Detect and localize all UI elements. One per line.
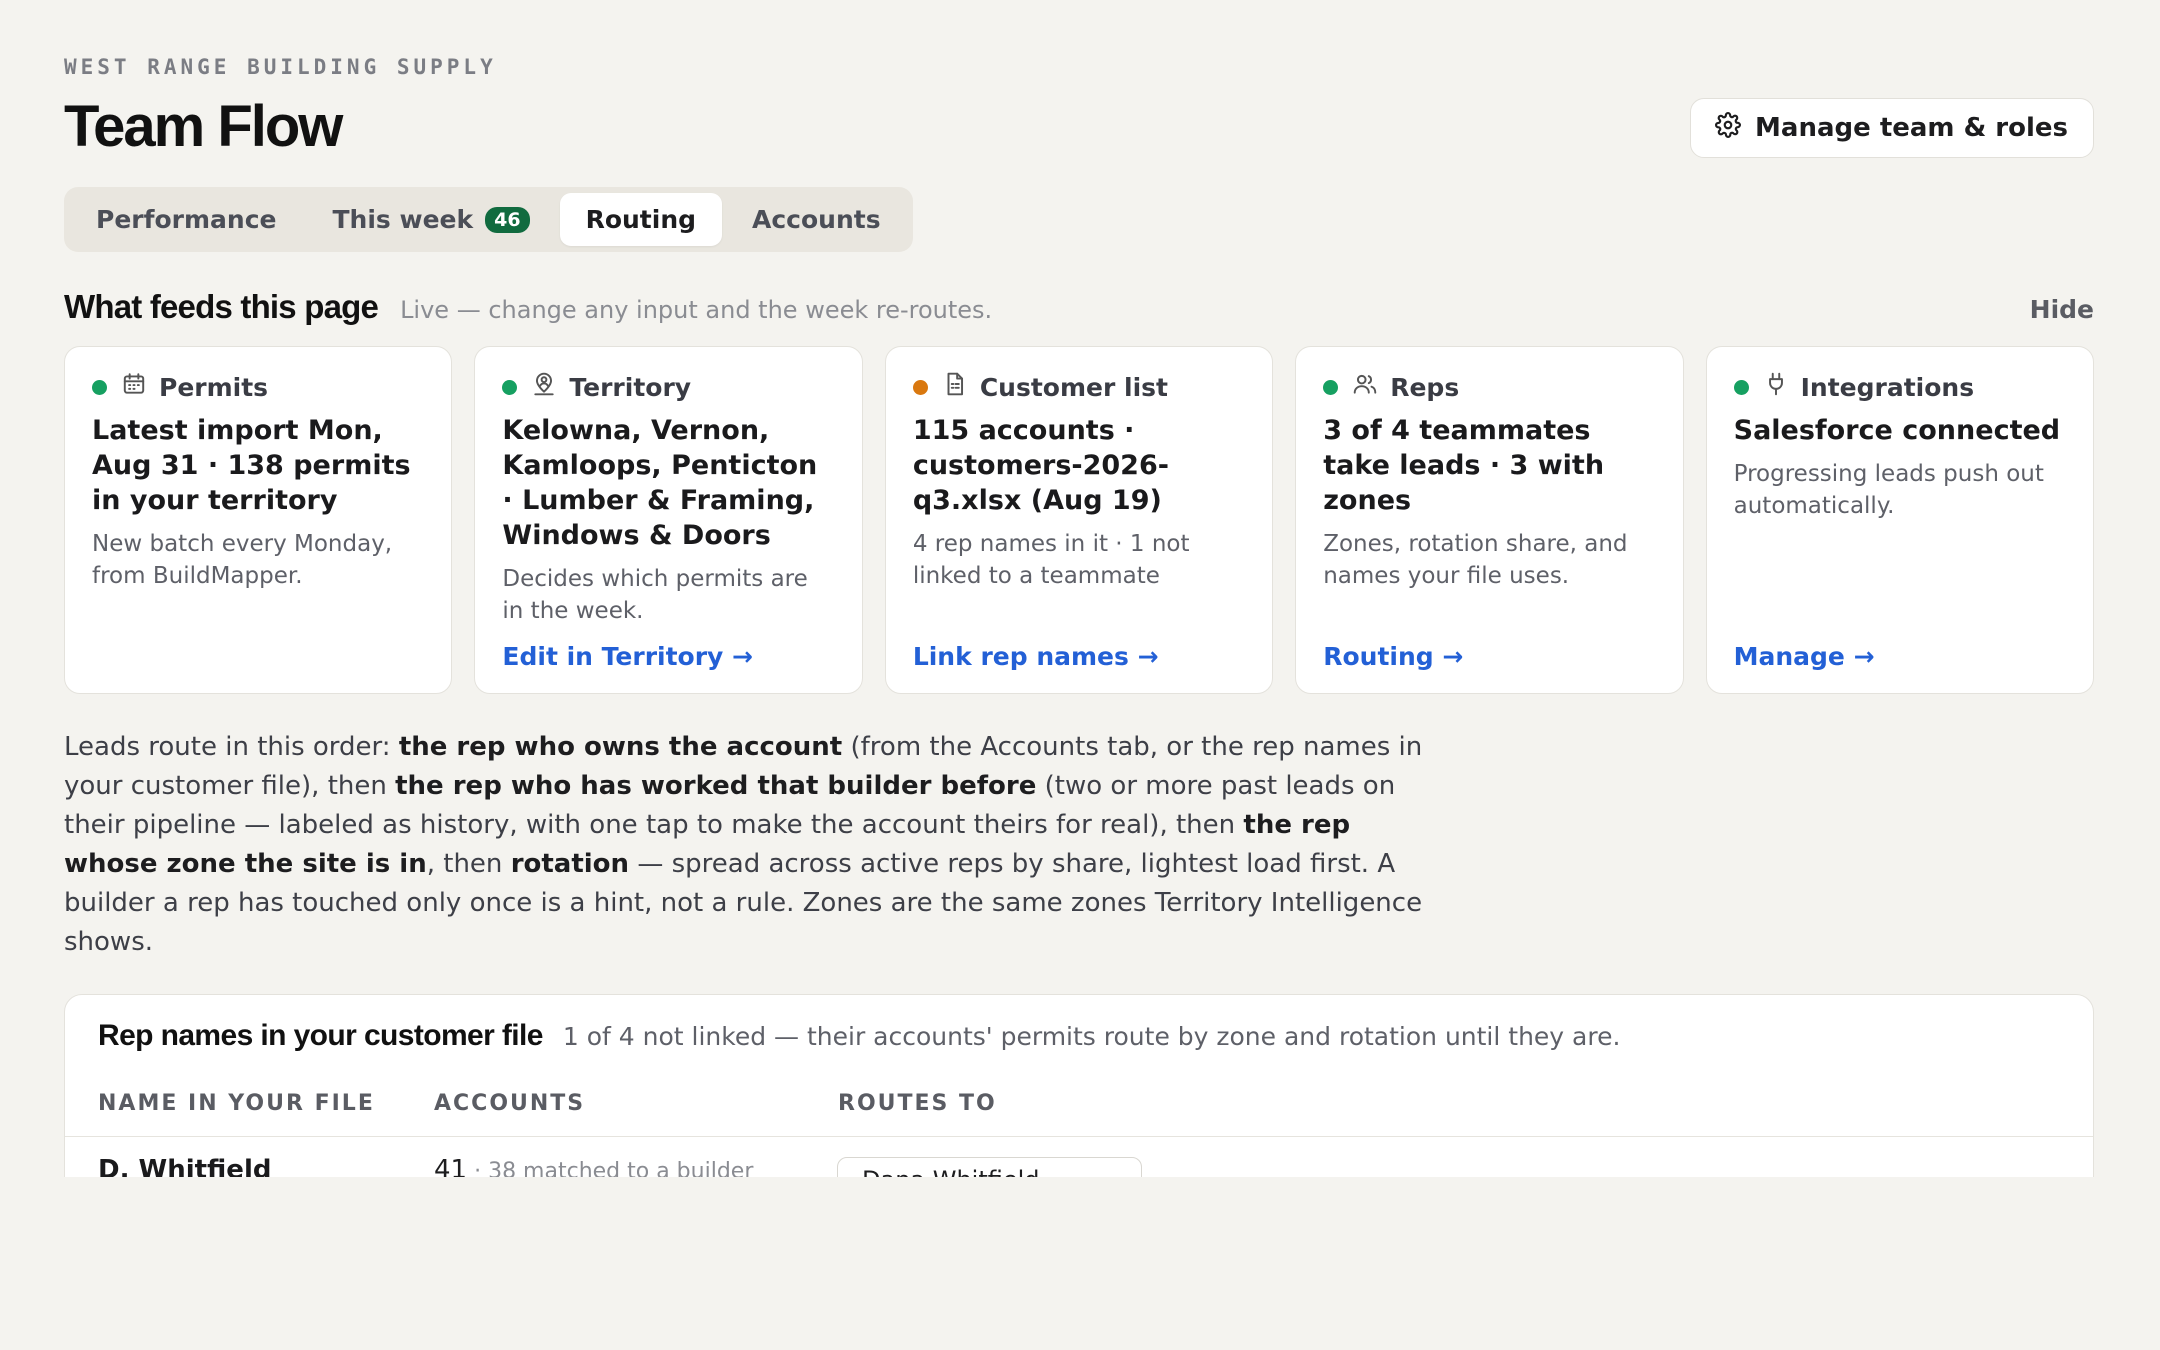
tab-label: Routing <box>585 205 697 234</box>
page-title: Team Flow <box>64 94 343 159</box>
edit-territory-link[interactable]: Edit in Territory → <box>502 642 753 671</box>
calendar-icon <box>121 371 147 403</box>
tab-bar: Performance This week 46 Routing Account… <box>64 187 913 252</box>
panel-subtitle: 1 of 4 not linked — their accounts' perm… <box>562 1022 1621 1051</box>
status-dot <box>92 379 107 395</box>
location-user-icon <box>531 371 557 403</box>
feed-card-integrations: Integrations Salesforce connected Progre… <box>1705 346 2095 694</box>
card-description: Progressing leads push out automatically… <box>1733 461 2044 519</box>
count-badge: 46 <box>485 206 530 233</box>
routing-explanation: Leads route in this order: the rep who o… <box>64 728 1444 962</box>
manage-team-label: Manage team & roles <box>1755 113 2068 143</box>
card-label: Reps <box>1390 372 1460 402</box>
tab-routing[interactable]: Routing <box>559 193 723 246</box>
tab-label: Performance <box>96 205 277 234</box>
card-description: Decides which permits are in the week. <box>502 566 808 624</box>
card-label: Permits <box>159 372 269 402</box>
card-description: Zones, rotation share, and names your fi… <box>1323 531 1628 589</box>
feed-card-permits: Permits Latest import Mon, Aug 31 · 138 … <box>64 346 453 694</box>
card-title: Salesforce connected <box>1733 415 2061 446</box>
card-label: Territory <box>569 372 692 402</box>
link-rep-names-link[interactable]: Link rep names → <box>913 642 1159 671</box>
card-description: 4 rep names in it · 1 not linked to a te… <box>912 531 1190 589</box>
card-title: Kelowna, Vernon, Kamloops, Penticton · L… <box>502 415 818 551</box>
column-header-routes-to: ROUTES TO <box>838 1091 997 1116</box>
explain-text: Leads route in this order: <box>64 732 399 762</box>
feed-cards: Permits Latest import Mon, Aug 31 · 138 … <box>64 346 2095 694</box>
explain-emphasis: the rep who owns the account <box>398 732 843 762</box>
tab-accounts[interactable]: Accounts <box>726 193 907 246</box>
explain-text: , then <box>426 849 511 879</box>
tab-label: Accounts <box>752 205 881 234</box>
section-title: What feeds this page <box>64 288 379 325</box>
tab-this-week[interactable]: This week 46 <box>306 193 555 246</box>
users-icon <box>1352 371 1378 403</box>
status-dot <box>1733 379 1749 395</box>
status-dot <box>912 379 928 395</box>
manage-integrations-link[interactable]: Manage → <box>1734 642 1875 671</box>
section-subtitle: Live — change any input and the week re-… <box>400 296 993 324</box>
card-label: Integrations <box>1800 372 1975 402</box>
feed-card-customer-list: Customer list 115 accounts · customers-2… <box>884 346 1274 694</box>
routing-link[interactable]: Routing → <box>1323 642 1463 671</box>
tab-performance[interactable]: Performance <box>70 193 302 246</box>
column-header-accounts: ACCOUNTS <box>434 1091 586 1116</box>
feed-card-reps: Reps 3 of 4 teammates take leads · 3 wit… <box>1295 346 1684 694</box>
status-dot <box>502 379 518 395</box>
card-title: 115 accounts · customers-2026-q3.xlsx (A… <box>912 415 1169 516</box>
feeds-header: What feeds this page Live — change any i… <box>64 288 2094 326</box>
document-icon <box>942 371 968 403</box>
explain-emphasis: rotation <box>510 849 630 879</box>
card-description: New batch every Monday, from BuildMapper… <box>92 531 393 589</box>
card-label: Customer list <box>979 372 1168 402</box>
column-header-name: NAME IN YOUR FILE <box>98 1091 375 1116</box>
gear-icon <box>1715 111 1742 145</box>
tab-label: This week <box>332 205 474 234</box>
status-dot <box>1323 379 1339 395</box>
company-name: WEST RANGE BUILDING SUPPLY <box>64 55 497 79</box>
card-title: Latest import Mon, Aug 31 · 138 permits … <box>92 415 411 516</box>
card-title: 3 of 4 teammates take leads · 3 with zon… <box>1323 415 1605 516</box>
viewport-cutoff <box>0 1177 2160 1350</box>
explain-emphasis: the rep who has worked that builder befo… <box>395 771 1037 801</box>
divider <box>65 1136 2093 1137</box>
hide-button[interactable]: Hide <box>2030 295 2094 324</box>
panel-title: Rep names in your customer file <box>98 1019 543 1052</box>
feed-card-territory: Territory Kelowna, Vernon, Kamloops, Pen… <box>474 346 863 694</box>
plug-icon <box>1763 371 1789 403</box>
manage-team-button[interactable]: Manage team & roles <box>1690 98 2094 158</box>
